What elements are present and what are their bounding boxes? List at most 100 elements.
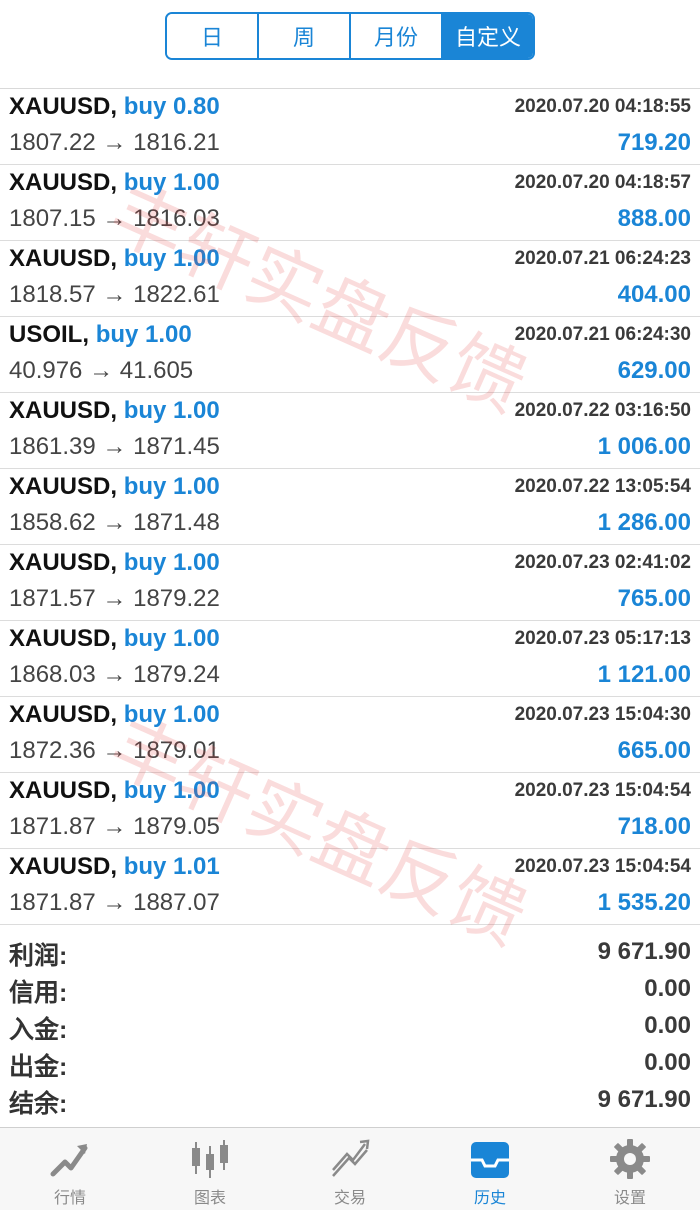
deal-prices: 1871.87 → 1879.05 bbox=[9, 813, 220, 840]
deal-time: 2020.07.21 06:24:23 bbox=[514, 248, 691, 269]
deal-row[interactable]: XAUUSD, buy 0.80 2020.07.20 04:18:55 180… bbox=[0, 89, 700, 165]
deal-profit: 1 121.00 bbox=[597, 661, 691, 688]
deal-list: XAUUSD, buy 0.80 2020.07.20 04:18:55 180… bbox=[0, 89, 700, 925]
deal-symbol: XAUUSD, buy 1.00 bbox=[9, 777, 220, 804]
deal-side: buy 1.00 bbox=[123, 549, 220, 576]
summary-value: 9 671.90 bbox=[597, 1086, 691, 1113]
summary-value: 0.00 bbox=[644, 975, 691, 1002]
period-segmented-control: 日 周 月份 自定义 bbox=[165, 12, 535, 60]
deal-side: buy 1.00 bbox=[123, 473, 220, 500]
tab-label: 图表 bbox=[193, 1190, 226, 1207]
summary-label: 入金: bbox=[9, 1016, 68, 1044]
deal-symbol: XAUUSD, buy 1.00 bbox=[9, 625, 220, 652]
deal-time: 2020.07.22 13:05:54 bbox=[514, 476, 691, 497]
chart-icon bbox=[192, 1140, 228, 1178]
deal-profit: 629.00 bbox=[617, 357, 691, 384]
deal-row[interactable]: XAUUSD, buy 1.00 2020.07.20 04:18:57 180… bbox=[0, 165, 700, 241]
deal-side: buy 0.80 bbox=[123, 93, 220, 120]
deal-side: buy 1.00 bbox=[123, 701, 220, 728]
deal-profit: 1 535.20 bbox=[597, 889, 691, 916]
summary-withdrawal: 出金: 0.00 bbox=[0, 1045, 700, 1082]
deal-prices: 40.976 → 41.605 bbox=[9, 357, 194, 384]
deal-prices: 1868.03 → 1879.24 bbox=[9, 661, 220, 688]
summary-deposit: 入金: 0.00 bbox=[0, 1008, 700, 1045]
deal-row[interactable]: XAUUSD, buy 1.00 2020.07.22 13:05:54 185… bbox=[0, 469, 700, 545]
deal-prices: 1871.87 → 1887.07 bbox=[9, 889, 220, 916]
deal-prices: 1872.36 → 1879.01 bbox=[9, 737, 220, 764]
quotes-icon bbox=[50, 1144, 88, 1177]
history-icon bbox=[471, 1142, 509, 1178]
period-header: 日 周 月份 自定义 bbox=[0, 0, 700, 89]
deal-time: 2020.07.22 03:16:50 bbox=[514, 400, 691, 421]
deal-row[interactable]: XAUUSD, buy 1.00 2020.07.23 05:17:13 186… bbox=[0, 621, 700, 697]
account-summary: 利润: 9 671.90 信用: 0.00 入金: 0.00 出金: 0.00 … bbox=[0, 934, 700, 1119]
summary-credit: 信用: 0.00 bbox=[0, 971, 700, 1008]
deal-profit: 719.20 bbox=[617, 129, 691, 156]
deal-symbol: XAUUSD, buy 1.00 bbox=[9, 245, 220, 272]
trade-icon bbox=[332, 1139, 370, 1177]
tab-month[interactable]: 月份 bbox=[351, 14, 443, 58]
deal-profit: 1 286.00 bbox=[597, 509, 691, 536]
tab-chart[interactable]: 图表 bbox=[140, 1128, 280, 1210]
tab-quotes[interactable]: 行情 bbox=[0, 1128, 140, 1210]
deal-profit: 718.00 bbox=[617, 813, 691, 840]
deal-prices: 1871.57 → 1879.22 bbox=[9, 585, 220, 612]
deal-side: buy 1.00 bbox=[95, 321, 192, 348]
tab-custom[interactable]: 自定义 bbox=[443, 14, 533, 58]
summary-label: 信用: bbox=[9, 979, 68, 1007]
deal-time: 2020.07.23 02:41:02 bbox=[514, 552, 691, 573]
deal-symbol: XAUUSD, buy 1.00 bbox=[9, 169, 220, 196]
deal-row[interactable]: XAUUSD, buy 1.01 2020.07.23 15:04:54 187… bbox=[0, 849, 700, 925]
tab-label: 行情 bbox=[53, 1190, 86, 1207]
deal-symbol: XAUUSD, buy 1.00 bbox=[9, 397, 220, 424]
tab-trade[interactable]: 交易 bbox=[280, 1128, 420, 1210]
deal-symbol: XAUUSD, buy 1.00 bbox=[9, 549, 220, 576]
summary-value: 0.00 bbox=[644, 1012, 691, 1039]
bottom-tab-bar: 行情 图表 交易 历史 设置 bbox=[0, 1127, 700, 1210]
deal-side: buy 1.00 bbox=[123, 625, 220, 652]
deal-profit: 404.00 bbox=[617, 281, 691, 308]
deal-profit: 888.00 bbox=[617, 205, 691, 232]
tab-label: 交易 bbox=[333, 1190, 366, 1207]
deal-time: 2020.07.23 15:04:30 bbox=[514, 704, 691, 725]
deal-time: 2020.07.20 04:18:57 bbox=[514, 172, 691, 193]
deal-side: buy 1.01 bbox=[123, 853, 220, 880]
deal-time: 2020.07.23 15:04:54 bbox=[514, 780, 691, 801]
deal-row[interactable]: XAUUSD, buy 1.00 2020.07.23 15:04:30 187… bbox=[0, 697, 700, 773]
deal-side: buy 1.00 bbox=[123, 397, 220, 424]
summary-label: 出金: bbox=[9, 1053, 68, 1081]
deal-time: 2020.07.23 15:04:54 bbox=[514, 856, 691, 877]
deal-profit: 1 006.00 bbox=[597, 433, 691, 460]
deal-row[interactable]: XAUUSD, buy 1.00 2020.07.21 06:24:23 181… bbox=[0, 241, 700, 317]
deal-profit: 765.00 bbox=[617, 585, 691, 612]
deal-prices: 1818.57 → 1822.61 bbox=[9, 281, 220, 308]
deal-symbol: XAUUSD, buy 1.01 bbox=[9, 853, 220, 880]
summary-balance: 结余: 9 671.90 bbox=[0, 1082, 700, 1119]
tab-day[interactable]: 日 bbox=[167, 14, 259, 58]
deal-row[interactable]: USOIL, buy 1.00 2020.07.21 06:24:30 40.9… bbox=[0, 317, 700, 393]
deal-time: 2020.07.21 06:24:30 bbox=[514, 324, 691, 345]
deal-prices: 1807.22 → 1816.21 bbox=[9, 129, 220, 156]
deal-profit: 665.00 bbox=[617, 737, 691, 764]
tab-settings[interactable]: 设置 bbox=[560, 1128, 700, 1210]
deal-row[interactable]: XAUUSD, buy 1.00 2020.07.23 15:04:54 187… bbox=[0, 773, 700, 849]
deal-row[interactable]: XAUUSD, buy 1.00 2020.07.23 02:41:02 187… bbox=[0, 545, 700, 621]
deal-symbol: XAUUSD, buy 1.00 bbox=[9, 473, 220, 500]
tab-label: 设置 bbox=[613, 1190, 646, 1207]
deal-prices: 1858.62 → 1871.48 bbox=[9, 509, 220, 536]
summary-label: 结余: bbox=[9, 1090, 68, 1118]
tab-week[interactable]: 周 bbox=[259, 14, 351, 58]
tab-history[interactable]: 历史 bbox=[420, 1128, 560, 1210]
deal-side: buy 1.00 bbox=[123, 777, 220, 804]
deal-symbol: XAUUSD, buy 0.80 bbox=[9, 93, 220, 120]
deal-symbol: XAUUSD, buy 1.00 bbox=[9, 701, 220, 728]
deal-prices: 1861.39 → 1871.45 bbox=[9, 433, 220, 460]
summary-profit: 利润: 9 671.90 bbox=[0, 934, 700, 971]
deal-time: 2020.07.23 05:17:13 bbox=[514, 628, 691, 649]
tab-label: 历史 bbox=[473, 1190, 506, 1207]
deal-time: 2020.07.20 04:18:55 bbox=[514, 96, 691, 117]
gear-icon bbox=[610, 1139, 650, 1179]
summary-value: 0.00 bbox=[644, 1049, 691, 1076]
summary-label: 利润: bbox=[9, 942, 68, 970]
deal-row[interactable]: XAUUSD, buy 1.00 2020.07.22 03:16:50 186… bbox=[0, 393, 700, 469]
